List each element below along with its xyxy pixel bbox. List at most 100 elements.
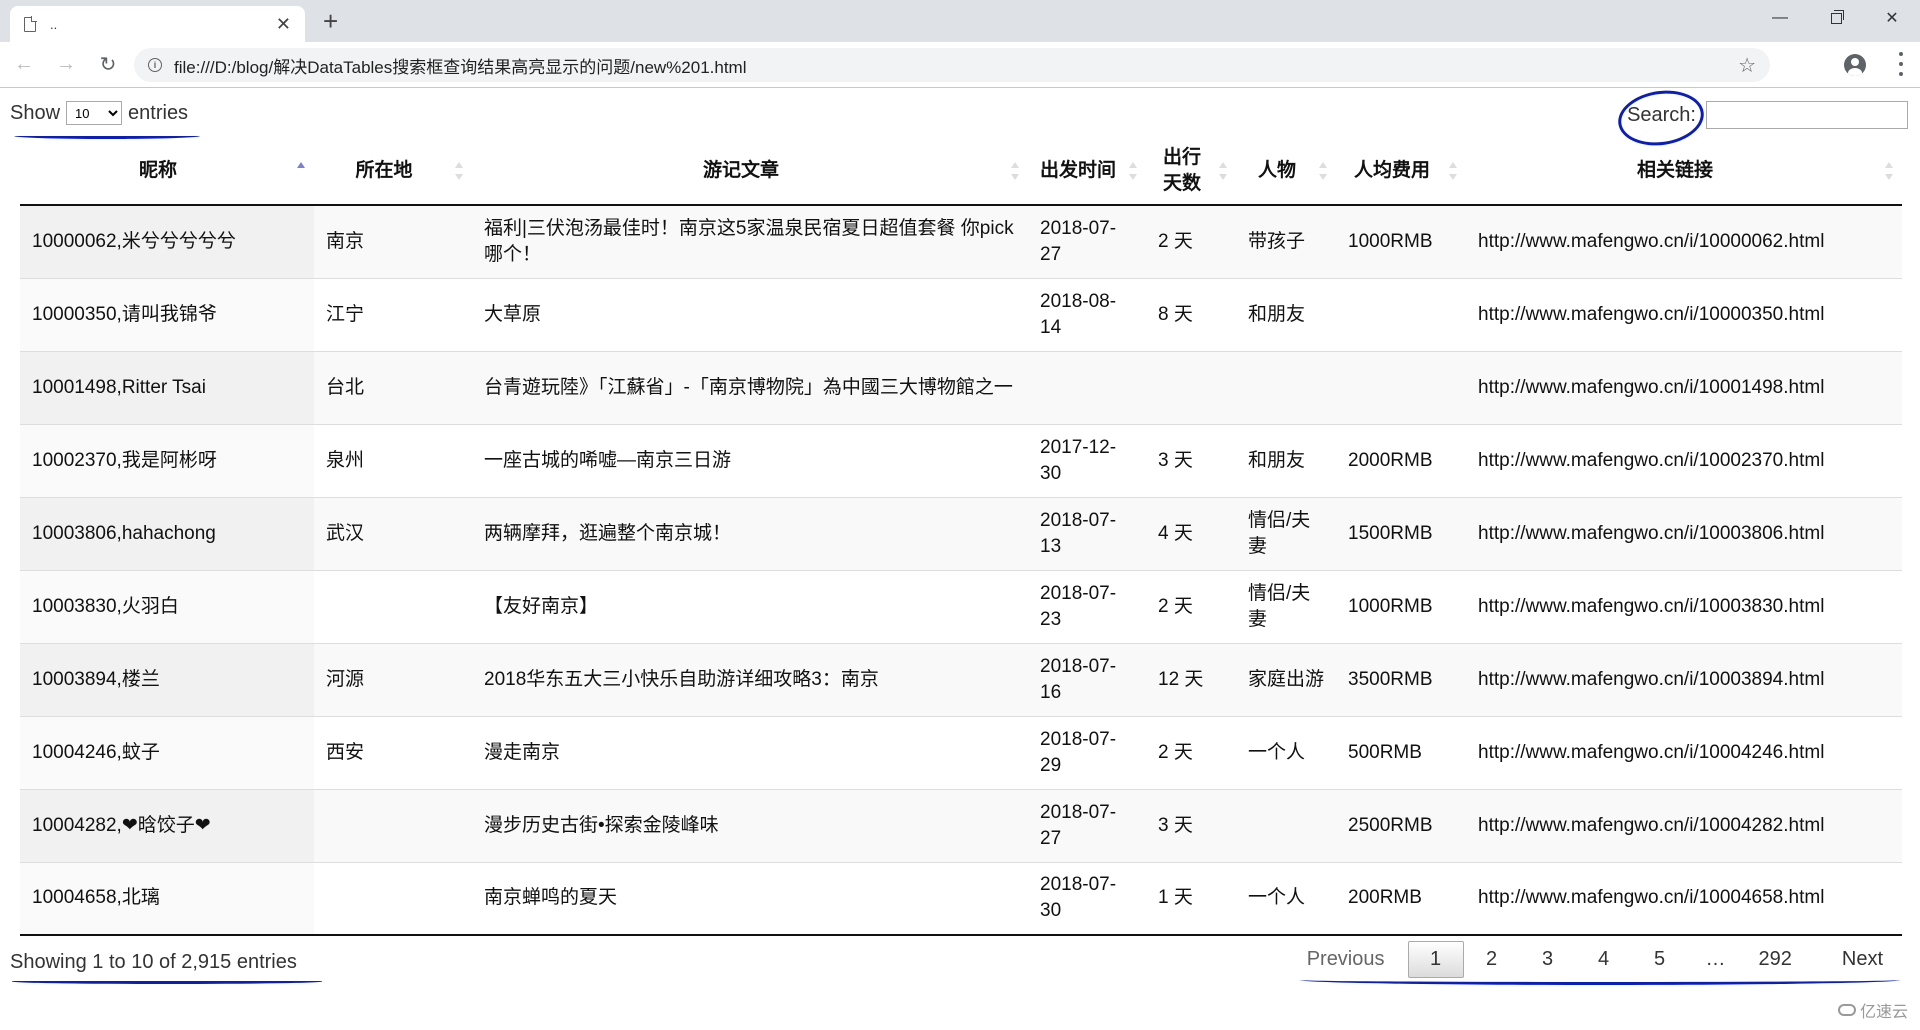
back-button[interactable]: ← [6,47,42,83]
page-button[interactable]: 292 [1744,941,1807,978]
table-cell: 2018-07-16 [1028,642,1146,716]
table-cell: 泉州 [314,423,472,497]
forward-button[interactable]: → [48,47,84,83]
browser-tab[interactable]: .. ✕ [10,6,305,42]
table-row[interactable]: 10003806,hahachong 武汉 两辆摩拜，逛遍整个南京城！ 2018-07… [20,496,1902,570]
table-cell: 2018-07-30 [1028,861,1146,936]
table-cell[interactable]: http://www.mafengwo.cn/i/10003830.html [1466,569,1902,643]
table-cell[interactable]: http://www.mafengwo.cn/i/10003806.html [1466,496,1902,570]
table-cell [1236,788,1336,862]
table-cell: 10003894,楼兰 [20,642,314,716]
sort-both-icon[interactable] [1319,161,1328,180]
table-cell[interactable]: http://www.mafengwo.cn/i/10002370.html [1466,423,1902,497]
table-row[interactable]: 10001498,Ritter Tsai 台北 台青遊玩陸》「江蘇省」-「南京博物院… [20,350,1902,424]
browser-tab-bar: .. ✕ + — ✕ [0,0,1920,42]
page-button[interactable]: 1 [1407,941,1464,978]
table-row[interactable]: 10003894,楼兰 河源 2018华东五大三小快乐自助游详细攻略3：南京 2018… [20,642,1902,716]
table-cell: 10001498,Ritter Tsai [20,350,314,424]
cloud-logo-icon [1837,1004,1856,1016]
table-cell[interactable]: http://www.mafengwo.cn/i/10001498.html [1466,350,1902,424]
table-row[interactable]: 10003830,火羽白 【友好南京】 2018-07-23 2 天情侣/夫妻 1000… [20,569,1902,643]
restore-button[interactable] [1808,0,1864,36]
next-button[interactable]: Next [1827,941,1898,978]
column-header-label: 人物 [1257,159,1296,181]
table-cell: 漫走南京 [472,715,1028,789]
new-tab-button[interactable]: + [323,6,338,36]
table-cell: 一座古城的唏嘘—南京三日游 [472,423,1028,497]
sort-both-icon[interactable] [1449,161,1458,180]
column-header[interactable]: 相关链接 [1466,137,1902,206]
column-header[interactable]: 昵称 [20,137,314,206]
bookmark-star-icon[interactable]: ☆ [1738,53,1756,78]
table-cell: 10000062,米兮兮兮兮兮 [20,205,314,278]
table-cell: 大草原 [472,277,1028,351]
close-tab-icon[interactable]: ✕ [276,14,291,35]
table-cell: 10004246,蚊子 [20,715,314,789]
table-cell: 【友好南京】 [472,569,1028,643]
table-cell [1336,350,1466,424]
column-header[interactable]: 出行天数 [1146,137,1236,206]
watermark-text: 亿速云 [1859,1004,1908,1021]
window-controls: — ✕ [1752,0,1920,36]
table-cell[interactable]: http://www.mafengwo.cn/i/10004282.html [1466,788,1902,862]
minimize-button[interactable]: — [1752,0,1808,36]
table-cell: 4 天 [1146,496,1236,570]
table-row[interactable]: 10004282,❤晗饺子❤ 漫步历史古街•探索金陵峰味 2018-07-27 3 天… [20,788,1902,862]
sort-both-icon[interactable] [1219,161,1228,180]
table-row[interactable]: 10004246,蚊子 西安 漫走南京 2018-07-29 2 天一个人 500RMB h… [20,715,1902,789]
table-cell: 台青遊玩陸》「江蘇省」-「南京博物院」為中國三大博物館之一 [472,350,1028,424]
close-window-button[interactable]: ✕ [1864,0,1920,36]
url-text[interactable]: file:///D:/blog/解决DataTables搜索框查询结果高亮显示的… [174,53,747,78]
sort-both-icon[interactable] [1011,161,1020,180]
table-cell[interactable]: http://www.mafengwo.cn/i/10000350.html [1466,277,1902,351]
column-header[interactable]: 所在地 [314,137,472,206]
table-cell: 漫步历史古街•探索金陵峰味 [472,788,1028,862]
table-cell: 10002370,我是阿彬呀 [20,423,314,497]
column-header-label: 相关链接 [1636,159,1713,181]
column-header[interactable]: 人物 [1236,137,1336,206]
table-cell [1236,350,1336,424]
table-row[interactable]: 10004658,北璃 南京蝉鸣的夏天 2018-07-30 1 天一个人 200RMB… [20,861,1902,936]
table-cell: 10003830,火羽白 [20,569,314,643]
length-suffix: entries [128,101,189,124]
search-input[interactable] [1706,101,1908,129]
table-cell: 10000350,请叫我锦爷 [20,277,314,351]
table-cell: 一个人 [1236,715,1336,789]
table-cell[interactable]: http://www.mafengwo.cn/i/10004658.html [1466,861,1902,936]
table-row[interactable]: 10002370,我是阿彬呀 泉州 一座古城的唏嘘—南京三日游 2017-12-30 3… [20,423,1902,497]
table-row[interactable]: 10000350,请叫我锦爷 江宁 大草原 2018-08-14 8 天和朋友 http:… [20,277,1902,351]
profile-icon[interactable] [1844,54,1866,76]
table-cell: 10004282,❤晗饺子❤ [20,788,314,862]
page-button[interactable]: 2 [1464,941,1520,978]
info-icon[interactable]: i [148,58,162,72]
table-cell: 2018-07-23 [1028,569,1146,643]
column-header-label: 所在地 [355,159,413,181]
sort-ascending-icon[interactable] [297,161,306,180]
page-button[interactable]: 3 [1520,941,1576,978]
column-header[interactable]: 人均费用 [1336,137,1466,206]
table-cell[interactable]: http://www.mafengwo.cn/i/10000062.html [1466,205,1902,278]
column-header[interactable]: 游记文章 [472,137,1028,206]
table-cell: 200RMB [1336,861,1466,936]
table-cell: 西安 [314,715,472,789]
column-header[interactable]: 出发时间 [1028,137,1146,206]
column-header-label: 出行天数 [1162,146,1201,194]
address-bar[interactable]: i file:///D:/blog/解决DataTables搜索框查询结果高亮显… [134,48,1770,82]
previous-button[interactable]: Previous [1292,941,1400,978]
table-cell: 南京蝉鸣的夏天 [472,861,1028,936]
table-info: Showing 1 to 10 of 2,915 entries [10,951,297,973]
page-button[interactable]: 4 [1576,941,1632,978]
sort-both-icon[interactable] [1129,161,1138,180]
sort-both-icon[interactable] [455,161,464,180]
table-cell[interactable]: http://www.mafengwo.cn/i/10004246.html [1466,715,1902,789]
table-row[interactable]: 10000062,米兮兮兮兮兮 南京 福利|三伏泡汤最佳时！南京这5家温泉民宿夏日超… [20,205,1902,278]
page-button[interactable]: 5 [1632,941,1688,978]
sort-both-icon[interactable] [1885,161,1894,180]
page-length-select[interactable]: 10 [66,101,123,125]
length-prefix: Show [10,101,61,124]
header-row: 昵称 所在地 游记文章 出发时间 出行天数 人物 人均费用 相关链接 [20,137,1902,206]
kebab-menu-icon[interactable] [1898,52,1904,76]
reload-button[interactable]: ↻ [90,47,126,83]
table-cell[interactable]: http://www.mafengwo.cn/i/10003894.html [1466,642,1902,716]
table-cell: 家庭出游 [1236,642,1336,716]
